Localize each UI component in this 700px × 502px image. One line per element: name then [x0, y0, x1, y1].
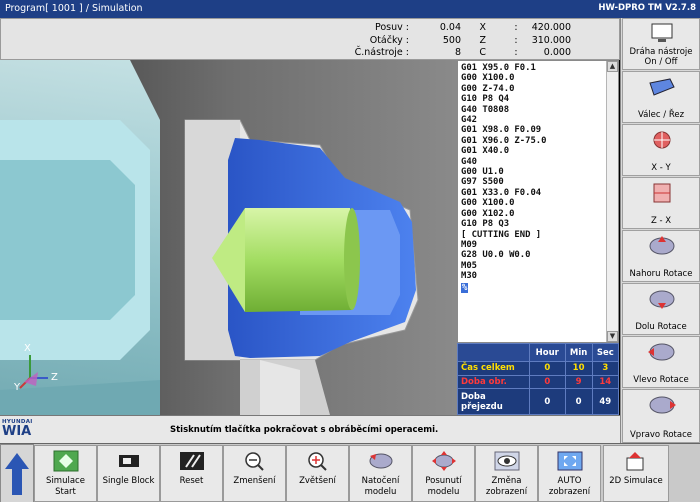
xy-view-icon	[653, 131, 671, 149]
gcode-line: M05	[461, 260, 478, 271]
axis-x-label: X	[479, 22, 486, 33]
axis-z-triad-label: Z	[51, 372, 58, 383]
gcode-line: G01 X95.0 F0.1	[461, 63, 536, 73]
gcode-line: G01 X33.0 F0.04	[461, 187, 542, 198]
table-row: Doba obr. 0 9 14	[457, 374, 620, 390]
single-block-button[interactable]: Single Block	[97, 445, 160, 502]
version-label: HW-DPRO TM V2.7.8	[598, 3, 696, 13]
gcode-line: G40	[461, 156, 478, 167]
hyundai-wia-logo: HYUNDAI WIA	[2, 419, 33, 439]
play-diamond-icon	[53, 450, 79, 472]
total-time-label: Čas celkem	[457, 361, 530, 376]
gcode-listing[interactable]: G01 X95.0 F0.1 G00 X100.0 G00 Z-74.0 G10…	[457, 60, 619, 343]
gcode-line: G42	[461, 115, 478, 126]
back-button[interactable]	[0, 444, 34, 502]
2d-sim-icon	[626, 452, 644, 471]
gcode-line: G00 X100.0	[461, 198, 515, 209]
travel-time-label: Doba přejezdu	[457, 388, 530, 415]
simulation-start-button[interactable]: Simulace Start	[34, 445, 97, 502]
side-panel: Dráha nástroje On / Off Válec / Řez X - …	[620, 18, 700, 445]
axis-c-label: C	[479, 47, 486, 58]
cylinder-cut-button[interactable]: Válec / Řez	[622, 71, 700, 123]
table-row: Čas celkem 0 10 3	[457, 361, 620, 376]
gcode-line: G10 P8 Q4	[461, 94, 510, 105]
tool-label: Č.nástroje :	[354, 47, 409, 58]
zx-view-icon	[653, 183, 671, 203]
rotate-model-icon	[369, 453, 393, 469]
axis-y-triad-label: Y	[14, 382, 21, 393]
gcode-line: [ CUTTING END ]	[461, 229, 542, 240]
gcode-line: G00 X102.0	[461, 208, 515, 219]
rotate-right-icon	[649, 396, 676, 414]
axis-x-triad-label: X	[24, 343, 31, 354]
message-bar: HYUNDAI WIA Stisknutím tlačítka pokračov…	[0, 415, 620, 443]
axis-c-value: 0.000	[543, 47, 571, 58]
gcode-line: G00 X100.0	[461, 73, 515, 84]
status-panel: Posuv : 0.04 Otáčky : 500 Č.nástroje : 8…	[0, 18, 620, 60]
title-bar: Program[ 1001 ] / Simulation HW-DPRO TM …	[0, 0, 700, 18]
rotate-up-icon	[649, 236, 675, 255]
time-header-blank	[457, 343, 530, 362]
gcode-line: G01 X98.0 F0.09	[461, 125, 542, 136]
gcode-line: G00 U1.0	[461, 167, 504, 178]
feed-label: Posuv :	[374, 22, 409, 33]
simulation-scene	[0, 60, 457, 415]
axis-z-label: Z	[479, 35, 486, 46]
change-view-button[interactable]: Změna zobrazení	[475, 445, 538, 502]
single-block-icon	[119, 455, 139, 467]
program-title: Program[ 1001 ] / Simulation	[5, 3, 143, 14]
machining-time-label: Doba obr.	[457, 374, 530, 390]
gcode-lines: G01 X95.0 F0.1 G00 X100.0 G00 Z-74.0 G10…	[461, 63, 606, 293]
message-text: Stisknutím tlačítka pokračovat s obráběc…	[170, 425, 439, 435]
move-model-button[interactable]: Posunutí modelu	[412, 445, 475, 502]
scroll-down-arrow-icon[interactable]: ▼	[607, 331, 618, 342]
gcode-line: M09	[461, 239, 478, 250]
zoom-out-button[interactable]: Zmenšení	[223, 445, 286, 502]
cylinder-cut-icon	[649, 78, 675, 96]
view-xy-button[interactable]: X - Y	[622, 124, 700, 176]
eye-icon	[494, 451, 520, 471]
simulation-viewport[interactable]: X Y Z	[0, 60, 457, 415]
gcode-line: G40 T0808	[461, 104, 510, 115]
scroll-up-arrow-icon[interactable]: ▲	[607, 61, 618, 72]
arrow-up-icon	[5, 453, 29, 495]
auto-view-button[interactable]: AUTO zobrazení	[538, 445, 601, 502]
gcode-line: G00 Z-74.0	[461, 83, 515, 94]
rotate-down-icon	[649, 290, 675, 309]
table-row: Doba přejezdu 0 0 49	[457, 388, 620, 415]
gcode-cursor: %	[461, 282, 469, 293]
gcode-line: M30	[461, 271, 478, 282]
move-model-icon	[432, 451, 456, 471]
time-table: Hour Min Sec Čas celkem 0 10 3 Doba obr.…	[457, 343, 620, 415]
time-header-min: Min	[564, 343, 593, 362]
time-header-sec: Sec	[591, 343, 620, 362]
gcode-line: G01 X40.0	[461, 146, 510, 157]
axis-z-value: 310.000	[531, 35, 571, 46]
rotate-right-button[interactable]: Vpravo Rotace	[622, 389, 700, 443]
gcode-line: G10 P8 Q3	[461, 219, 510, 230]
axis-x-value: 420.000	[531, 22, 571, 33]
gcode-line: G97 S500	[461, 177, 504, 188]
auto-view-icon	[557, 451, 583, 471]
view-zx-button[interactable]: Z - X	[622, 177, 700, 229]
reset-button[interactable]: Reset	[160, 445, 223, 502]
rotate-up-button[interactable]: Nahoru Rotace	[622, 230, 700, 282]
zoom-in-button[interactable]: Zvětšení	[286, 445, 349, 502]
gcode-scrollbar[interactable]: ▲ ▼	[606, 61, 618, 342]
gcode-line: G01 X96.0 Z-75.0	[461, 135, 547, 146]
zoom-out-icon	[245, 452, 264, 471]
spindle-label: Otáčky :	[369, 35, 409, 46]
tool-path-toggle-button[interactable]: Dráha nástroje On / Off	[622, 18, 700, 70]
rotate-down-button[interactable]: Dolu Rotace	[622, 283, 700, 335]
rotate-left-icon	[648, 343, 675, 361]
time-header-hour: Hour	[529, 343, 566, 362]
rotate-model-button[interactable]: Natočení modelu	[349, 445, 412, 502]
rotate-left-button[interactable]: Vlevo Rotace	[622, 336, 700, 388]
softkey-bar: Simulace Start Single Block Reset Zmenše…	[0, 443, 700, 502]
2d-simulation-button[interactable]: 2D Simulace	[603, 445, 669, 502]
monitor-icon	[651, 23, 673, 42]
gcode-line: G28 U0.0 W0.0	[461, 250, 531, 261]
reset-icon	[180, 452, 204, 470]
zoom-in-icon	[308, 452, 327, 471]
